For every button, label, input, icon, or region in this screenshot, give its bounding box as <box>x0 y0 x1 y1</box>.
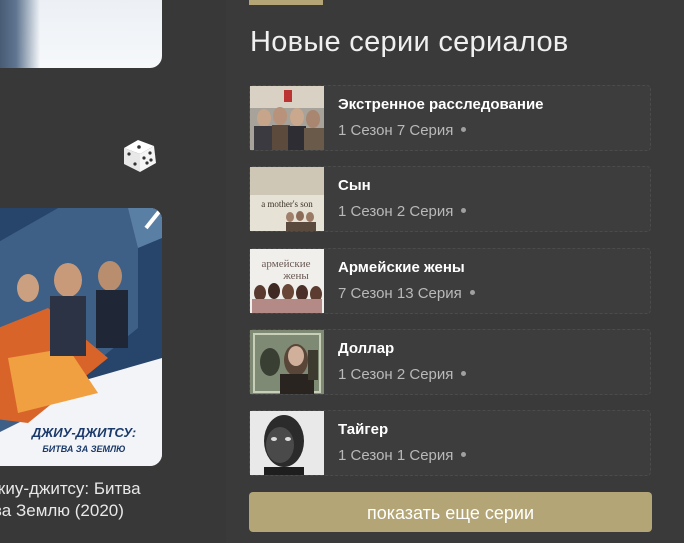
movie-card-top[interactable] <box>0 0 162 68</box>
episode-info-text: 1 Сезон 2 Серия <box>338 203 454 220</box>
episode-item[interactable]: Тайгер 1 Сезон 1 Серия <box>249 410 651 476</box>
movie-card-top-art <box>0 0 40 68</box>
poster-title-line-2: за Землю (2020) <box>0 501 124 520</box>
poster-title-line-1: жиу-джитсу: Битва <box>0 479 141 498</box>
episode-item[interactable]: Экстренное расследование 1 Сезон 7 Серия <box>249 85 651 151</box>
left-column: ДЖИУ-ДЖИТСУ: БИТВА ЗА ЗЕМЛЮ жиу-джитсу: … <box>0 0 226 543</box>
episode-item[interactable]: Доллар 1 Сезон 2 Серия <box>249 329 651 395</box>
episode-item[interactable]: a mother's son Сын 1 Сезон 2 Серия <box>249 166 651 232</box>
episode-thumbnail <box>250 86 324 150</box>
thumb-title-text-2: жены <box>282 270 309 282</box>
dot-icon <box>469 289 475 295</box>
poster-art-title-1: ДЖИУ-ДЖИТСУ: <box>31 425 136 440</box>
show-more-episodes-button[interactable]: показать еще серии <box>249 492 652 532</box>
thumb-title-text: a mother's son <box>261 199 313 209</box>
episode-thumbnail: a mother's son <box>250 167 324 231</box>
section-title: Новые серии сериалов <box>250 26 569 58</box>
top-tab-indicator[interactable] <box>249 0 323 5</box>
episode-thumbnail <box>250 411 324 475</box>
episode-info: 1 Сезон 2 Серия <box>338 203 467 220</box>
episode-show-name: Армейские жены <box>338 259 465 276</box>
thumb-title-text-1: армейские <box>262 258 311 270</box>
dice-icon[interactable] <box>120 136 162 176</box>
poster-art: ДЖИУ-ДЖИТСУ: БИТВА ЗА ЗЕМЛЮ <box>0 208 162 466</box>
episode-item[interactable]: армейские жены Армейские жены 7 Сезон 13… <box>249 248 651 314</box>
episode-show-name: Тайгер <box>338 421 389 438</box>
poster-art-title-2: БИТВА ЗА ЗЕМЛЮ <box>42 444 125 454</box>
episode-info: 1 Сезон 7 Серия <box>338 122 467 139</box>
episode-info-text: 1 Сезон 1 Серия <box>338 447 454 464</box>
episode-show-name: Сын <box>338 177 371 194</box>
episode-info-text: 1 Сезон 7 Серия <box>338 122 454 139</box>
episode-thumbnail: армейские жены <box>250 249 324 313</box>
episode-show-name: Доллар <box>338 340 395 357</box>
movie-poster[interactable]: ДЖИУ-ДЖИТСУ: БИТВА ЗА ЗЕМЛЮ <box>0 208 162 466</box>
episode-info: 1 Сезон 2 Серия <box>338 366 467 383</box>
episode-thumbnail <box>250 330 324 394</box>
episode-info: 7 Сезон 13 Серия <box>338 285 475 302</box>
dot-icon <box>461 126 467 132</box>
poster-title[interactable]: жиу-джитсу: Битва за Землю (2020) <box>0 478 174 522</box>
dot-icon <box>461 451 467 457</box>
episode-info-text: 1 Сезон 2 Серия <box>338 366 454 383</box>
dot-icon <box>461 370 467 376</box>
episode-info-text: 7 Сезон 13 Серия <box>338 285 462 302</box>
episode-show-name: Экстренное расследование <box>338 96 544 113</box>
episode-info: 1 Сезон 1 Серия <box>338 447 467 464</box>
dot-icon <box>461 207 467 213</box>
